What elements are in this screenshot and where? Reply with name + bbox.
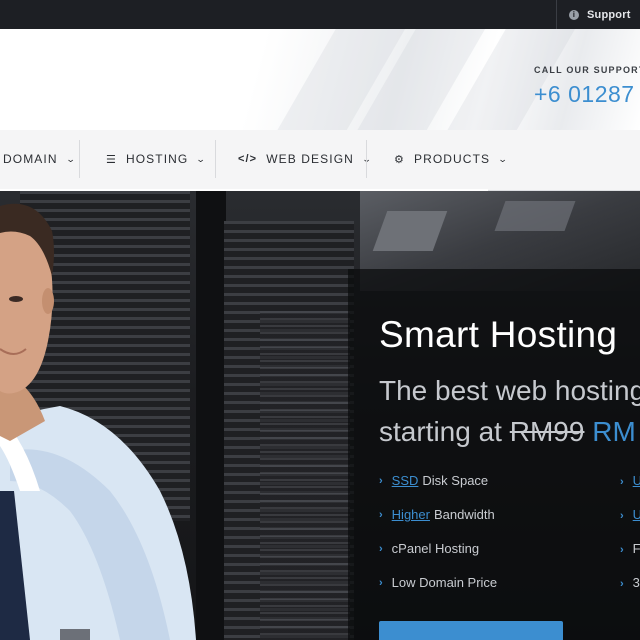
feature-highlight-link[interactable]: U	[633, 507, 640, 522]
hero-subtitle: The best web hosting	[379, 375, 640, 406]
support-link[interactable]: i Support	[556, 0, 640, 29]
nav-item-products[interactable]: ⚙ PRODUCTS ⌄	[394, 130, 508, 188]
server-list-icon: ☰	[106, 153, 117, 166]
businessman-photo	[0, 203, 196, 640]
feature-text: Low Domain Price	[391, 575, 498, 590]
feature-item: › Higher Bandwidth	[379, 507, 495, 522]
feature-text: 3	[632, 575, 640, 590]
feature-text: Disk Space	[422, 473, 489, 488]
feature-item: › F	[620, 541, 640, 556]
nav-item-label: HOSTING	[125, 152, 189, 166]
support-label: Support	[587, 8, 631, 21]
feature-item: › U	[620, 507, 640, 522]
feature-item: › Low Domain Price	[379, 575, 497, 590]
call-support-label: CALL OUR SUPPORT	[534, 65, 640, 75]
feature-text: cPanel Hosting	[391, 541, 480, 556]
top-bar: i Support	[0, 0, 640, 29]
main-navigation: DOMAIN ⌄ ☰ HOSTING ⌄ </> WEB DESIGN ⌄ ⚙ …	[0, 130, 640, 192]
code-icon: </>	[238, 153, 258, 165]
info-circle-icon: i	[569, 9, 579, 20]
old-price: RM99	[509, 416, 585, 447]
chevron-right-icon: ›	[379, 576, 383, 589]
feature-item: › 3	[620, 575, 640, 590]
site-header: CALL OUR SUPPORT +6 01287	[0, 29, 640, 130]
chevron-down-icon: ⌄	[65, 153, 77, 164]
server-rack-image	[196, 191, 226, 640]
price-prefix: starting at	[379, 416, 510, 447]
nav-item-label: DOMAIN	[3, 152, 58, 166]
feature-item: › U	[620, 473, 640, 488]
server-rack-image	[260, 311, 350, 640]
feature-highlight-link[interactable]: SSD	[392, 473, 419, 488]
hero-title: Smart Hosting	[379, 314, 618, 355]
chevron-right-icon: ›	[379, 542, 383, 555]
chevron-down-icon: ⌄	[361, 153, 373, 164]
chevron-right-icon: ›	[620, 476, 624, 488]
nav-item-web-design[interactable]: </> WEB DESIGN ⌄	[238, 130, 372, 188]
new-price: RM	[592, 416, 636, 447]
hero-banner: Smart Hosting The best web hosting start…	[0, 191, 640, 640]
chevron-right-icon: ›	[379, 474, 383, 487]
cta-button[interactable]	[379, 621, 563, 640]
ceiling-panel	[372, 211, 448, 251]
chevron-right-icon: ›	[620, 544, 624, 556]
chevron-right-icon: ›	[620, 578, 624, 590]
feature-text: F	[632, 541, 640, 556]
chevron-down-icon: ⌄	[196, 153, 208, 164]
feature-item: › cPanel Hosting	[379, 541, 479, 556]
chevron-down-icon: ⌄	[497, 153, 510, 164]
nav-item-hosting[interactable]: ☰ HOSTING ⌄	[106, 130, 206, 188]
nav-divider	[366, 140, 367, 178]
chevron-right-icon: ›	[379, 508, 383, 521]
feature-text: Bandwidth	[433, 507, 495, 522]
nav-item-domain[interactable]: DOMAIN ⌄	[3, 130, 75, 188]
nav-item-label: PRODUCTS	[413, 152, 491, 166]
nav-divider	[79, 140, 80, 178]
nav-item-label: WEB DESIGN	[266, 152, 354, 166]
feature-highlight-link[interactable]: Higher	[392, 507, 430, 522]
ceiling-panel	[494, 201, 576, 231]
support-phone-number[interactable]: +6 01287	[534, 81, 635, 108]
chevron-right-icon: ›	[620, 510, 624, 522]
nav-divider	[215, 140, 216, 178]
gears-icon: ⚙	[394, 153, 405, 166]
feature-item: › SSD Disk Space	[379, 473, 488, 488]
hero-price-line: starting at RM99 RM	[379, 416, 636, 448]
feature-highlight-link[interactable]: U	[633, 473, 640, 488]
